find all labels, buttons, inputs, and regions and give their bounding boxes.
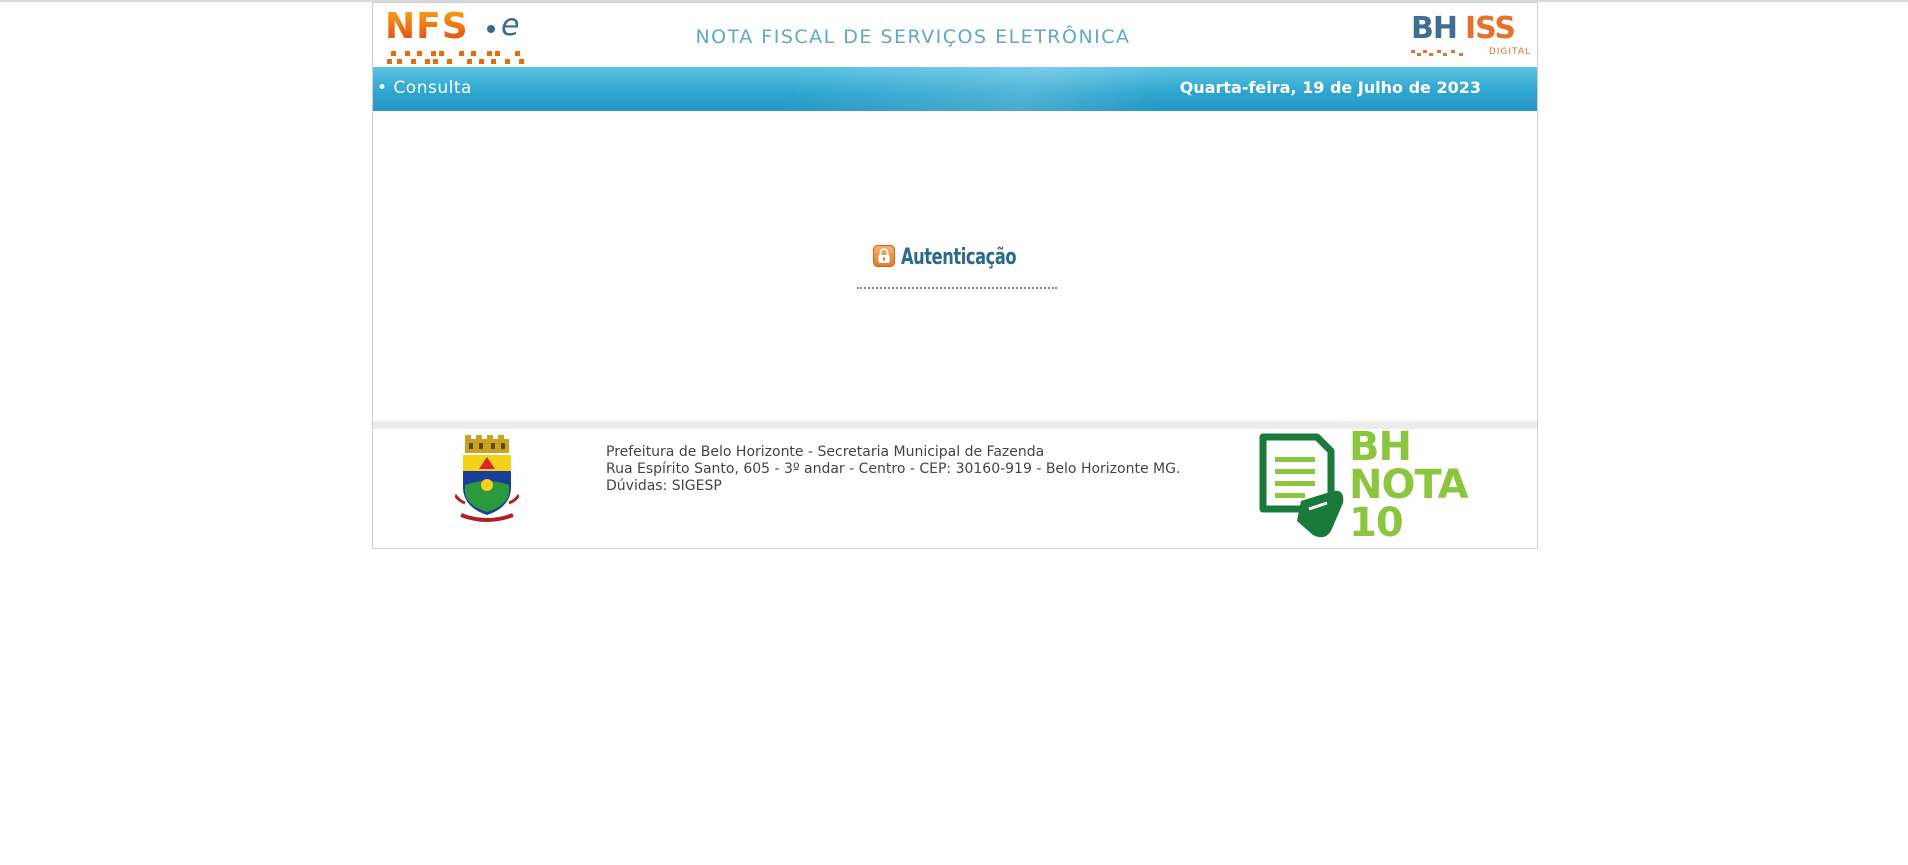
- footer-address: Prefeitura de Belo Horizonte - Secretari…: [606, 444, 1180, 495]
- coat-of-arms-icon: [455, 435, 519, 522]
- section-title: Autenticação: [901, 245, 1017, 270]
- bhnota10-line1: BH: [1349, 424, 1412, 470]
- footer-line-org: Prefeitura de Belo Horizonte - Secretari…: [606, 444, 1045, 460]
- current-date: Quarta-feira, 19 de Julho de 2023: [1179, 78, 1481, 97]
- bhnota10-line2: NOTA: [1349, 462, 1469, 508]
- bhnota10-document-icon: [1259, 433, 1344, 538]
- nfse-logo-suffix: e: [501, 8, 520, 43]
- nfse-logo-pixels-icon: [387, 51, 524, 64]
- section-divider: [857, 287, 1057, 289]
- header: NFS e NOTA FISCAL DE SERVIÇOS ELETRÔNICA…: [373, 3, 1537, 67]
- bhiss-logo: BH ISS DIGITAL: [1411, 13, 1533, 59]
- header-title: NOTA FISCAL DE SERVIÇOS ELETRÔNICA: [695, 26, 1131, 48]
- nav-link-consulta[interactable]: • Consulta: [377, 77, 472, 99]
- bhiss-logo-digital: DIGITAL: [1488, 47, 1531, 57]
- footer-line-help: Dúvidas: SIGESP: [606, 478, 722, 494]
- page-frame: NFS e NOTA FISCAL DE SERVIÇOS ELETRÔNICA…: [372, 2, 1538, 549]
- bhnota10-logo: BH NOTA 10: [1257, 427, 1469, 546]
- bhiss-logo-bits-icon: [1411, 50, 1463, 56]
- nfse-logo-word: NFS: [385, 6, 469, 47]
- auth-section: Autenticação: [857, 243, 1057, 293]
- bhiss-logo-iss: ISS: [1465, 11, 1516, 46]
- bhnota10-line3: 10: [1349, 500, 1404, 546]
- nfse-logo-dot: [487, 25, 495, 33]
- nfse-logo: NFS e: [385, 9, 535, 65]
- bhiss-logo-bh: BH: [1411, 11, 1458, 46]
- footer-line-address: Rua Espírito Santo, 605 - 3º andar - Cen…: [606, 461, 1181, 477]
- lock-icon: [873, 245, 895, 267]
- nav-bar: • Consulta Quarta-feira, 19 de Julho de …: [373, 67, 1537, 111]
